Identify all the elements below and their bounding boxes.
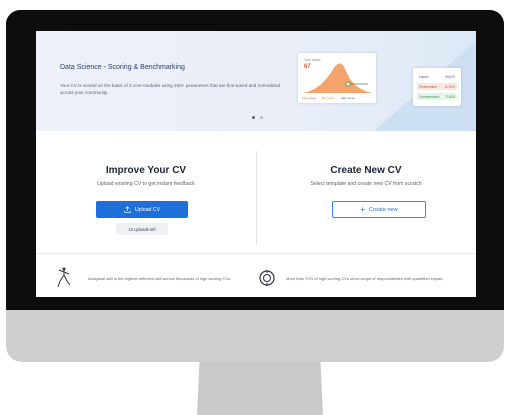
score-distribution-card: Your score 67 Low score Mid score High s… xyxy=(298,53,376,103)
upload-cv-button[interactable]: Upload CV xyxy=(96,201,188,218)
carousel-dots xyxy=(252,116,263,119)
score-row-presentation: Presentation 87/100 xyxy=(417,83,457,90)
score-label: Impact xyxy=(419,74,429,79)
score-label: Competencies xyxy=(419,94,440,99)
create-new-button[interactable]: + Create new xyxy=(332,201,426,218)
create-cv-subtitle: Select template and create new CV from s… xyxy=(310,181,422,187)
plus-icon: + xyxy=(360,204,366,214)
app-screen: Data Science - Scoring & Benchmarking Yo… xyxy=(36,31,476,297)
target-badge-icon xyxy=(259,270,275,286)
score-value: 65/100 xyxy=(445,74,455,79)
banner: Data Science - Scoring & Benchmarking Yo… xyxy=(36,31,476,131)
create-cv-section: Create New CV Select template and create… xyxy=(256,141,476,187)
score-row-competencies: Competencies 71/100 xyxy=(417,93,457,100)
climbing-figure-icon xyxy=(57,267,71,288)
banner-description: Your CV is scored on the basis of 3 core… xyxy=(60,83,281,95)
create-cv-title: Create New CV xyxy=(330,165,402,176)
carousel-dot-1[interactable] xyxy=(252,116,255,119)
distribution-curve xyxy=(302,63,372,93)
score-point xyxy=(345,81,351,87)
monitor-stand xyxy=(197,362,323,415)
score-value: 71/100 xyxy=(445,94,455,99)
improve-cv-section: Improve Your CV Upload existing CV to ge… xyxy=(36,141,256,187)
upload-icon xyxy=(124,206,131,213)
banner-title: Data Science - Scoring & Benchmarking xyxy=(60,64,185,71)
score-label: Presentation xyxy=(419,84,437,89)
legend-low: Low score xyxy=(302,96,316,100)
improve-cv-subtitle: Upload existing CV to get instant feedba… xyxy=(97,181,195,187)
stats-divider xyxy=(36,253,476,254)
legend-mid: Mid score xyxy=(321,96,335,100)
monitor-chin xyxy=(6,310,504,362)
stat-responsibilities: More than 70% of high scoring CVs show s… xyxy=(286,276,444,281)
score-row-impact: Impact 65/100 xyxy=(417,73,457,80)
create-new-label: Create new xyxy=(369,206,398,213)
legend-high: High score xyxy=(340,96,356,100)
chart-legend: Low score Mid score High score xyxy=(302,96,355,100)
improve-cv-title: Improve Your CV xyxy=(105,165,187,176)
score-value: 87/100 xyxy=(445,84,455,89)
carousel-dot-2[interactable] xyxy=(260,116,263,119)
uploads-left-badge: 10 uploads left xyxy=(116,223,168,235)
stat-analytical: Analytical skill is the highest reflecte… xyxy=(88,276,232,281)
module-score-card: Impact 65/100 Presentation 87/100 Compet… xyxy=(413,68,461,106)
upload-cv-label: Upload CV xyxy=(134,206,161,213)
